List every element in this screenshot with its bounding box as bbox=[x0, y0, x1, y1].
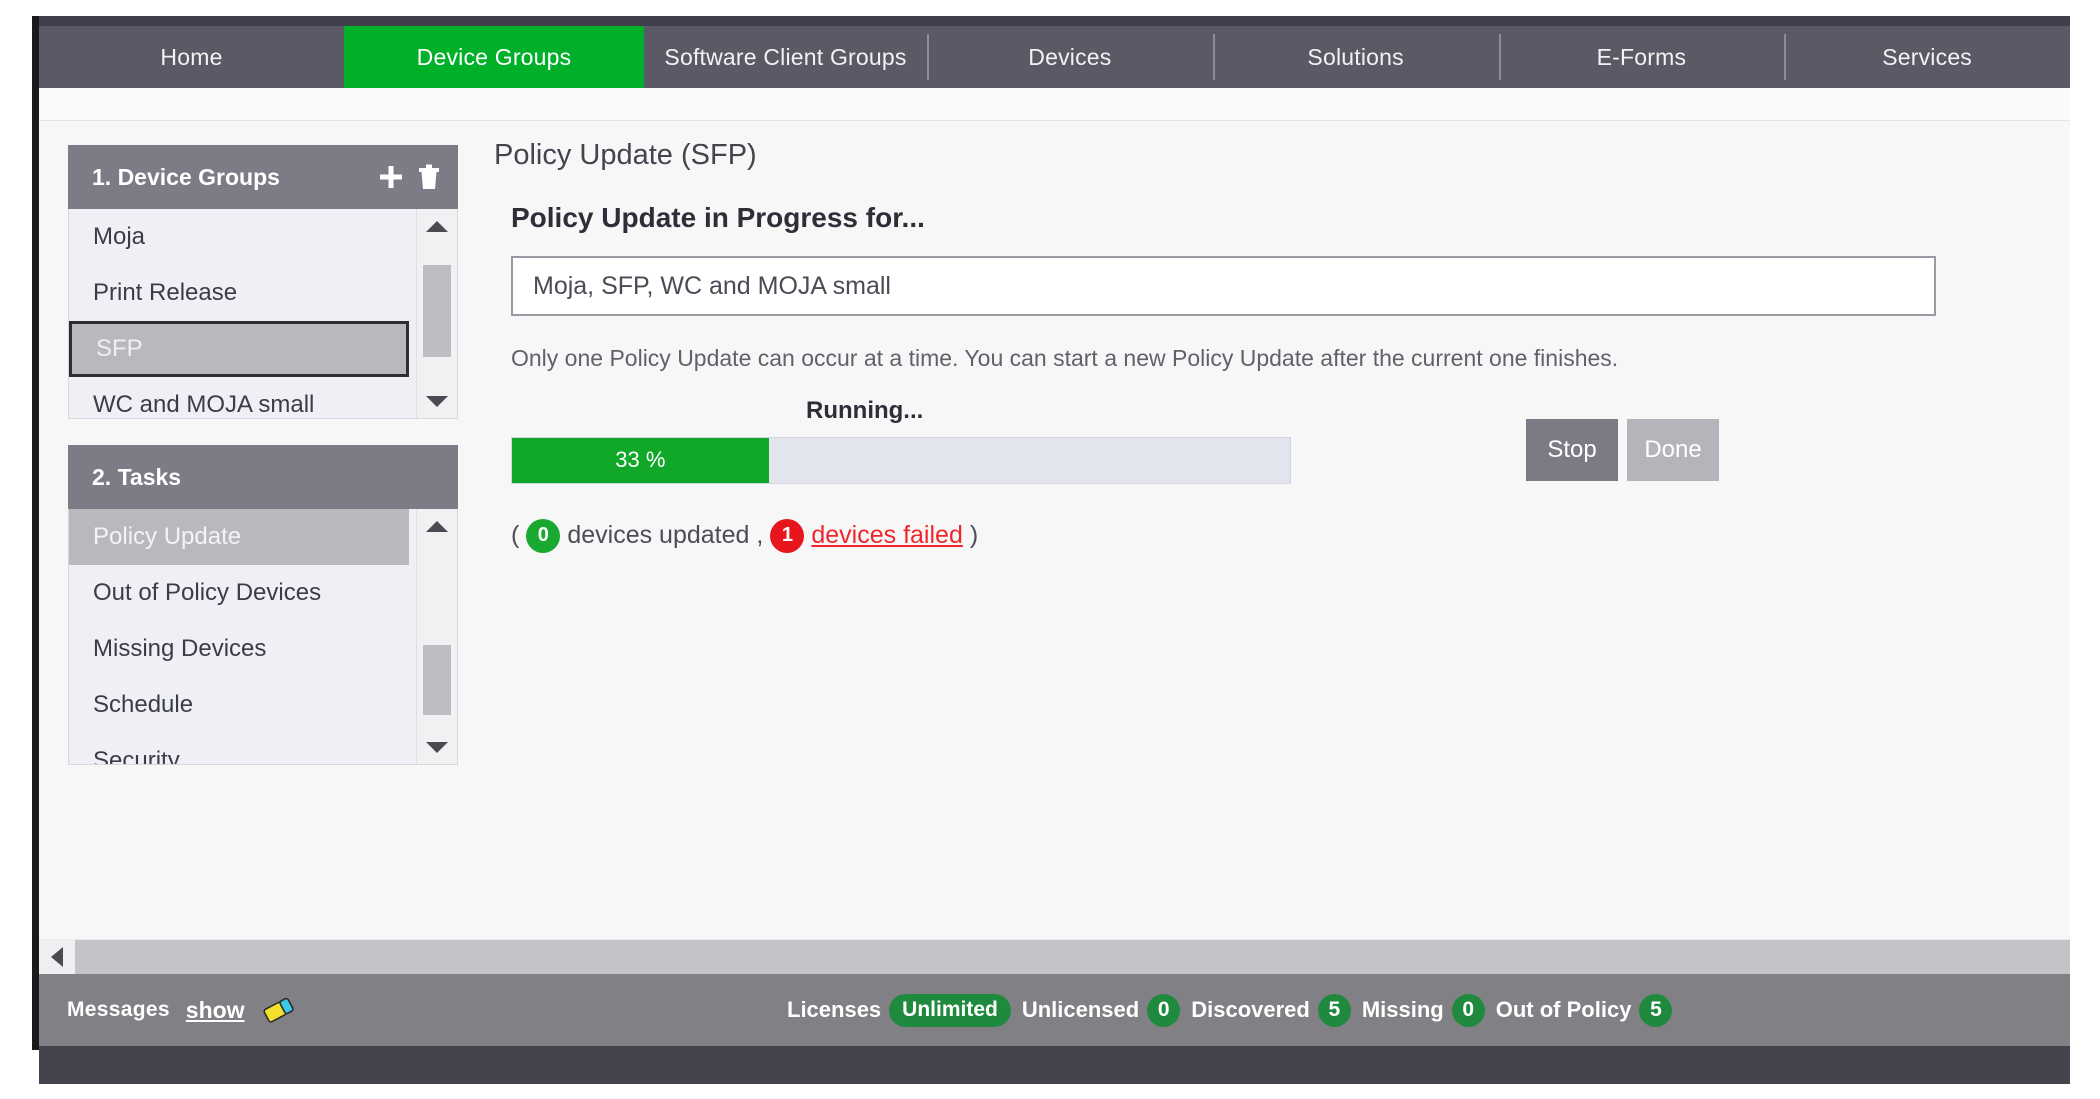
status-bar: Messages show Licenses Unlimited Unlicen… bbox=[39, 974, 2070, 1046]
status-value-badge: 5 bbox=[1639, 993, 1673, 1027]
nav-item-software-client-groups[interactable]: Software Client Groups bbox=[644, 26, 927, 88]
status-label: Unlicensed bbox=[1021, 997, 1140, 1022]
device-groups-list: Moja Print Release SFP WC and MOJA small bbox=[68, 209, 458, 419]
progress-area: Running... 33 % Stop Done bbox=[511, 397, 2040, 517]
progress-buttons: Stop Done bbox=[1526, 418, 1719, 481]
counts-comma: , bbox=[756, 521, 764, 550]
nav-item-services[interactable]: Services bbox=[1784, 26, 2070, 88]
devices-failed-link[interactable]: devices failed bbox=[811, 521, 962, 550]
task-item[interactable]: Schedule bbox=[69, 677, 409, 733]
device-groups-actions bbox=[378, 164, 440, 190]
plus-icon[interactable] bbox=[378, 164, 404, 190]
status-value-badge: 5 bbox=[1317, 993, 1351, 1027]
task-item-selected[interactable]: Policy Update bbox=[69, 509, 409, 565]
tasks-list: Policy Update Out of Policy Devices Miss… bbox=[68, 509, 458, 765]
nav-item-solutions[interactable]: Solutions bbox=[1212, 26, 1499, 88]
progress-status-label: Running... bbox=[806, 396, 924, 424]
footer-strip bbox=[39, 1046, 2070, 1084]
device-groups-panel: 1. Device Groups Moja Print Release SFP … bbox=[68, 145, 458, 419]
device-group-item[interactable]: Print Release bbox=[69, 265, 409, 321]
main-navigation: Home Device Groups Software Client Group… bbox=[39, 26, 2070, 88]
tasks-items: Policy Update Out of Policy Devices Miss… bbox=[69, 509, 457, 764]
page-title: Policy Update (SFP) bbox=[494, 139, 757, 171]
task-item[interactable]: Missing Devices bbox=[69, 621, 409, 677]
tasks-scrollbar[interactable] bbox=[416, 509, 457, 764]
status-label: Licenses bbox=[787, 997, 882, 1022]
device-groups-items: Moja Print Release SFP WC and MOJA small bbox=[69, 209, 457, 418]
nav-item-e-forms[interactable]: E-Forms bbox=[1498, 26, 1785, 88]
tasks-panel: 2. Tasks Policy Update Out of Policy Dev… bbox=[68, 445, 458, 765]
stop-button[interactable]: Stop bbox=[1526, 418, 1618, 481]
status-label: Discovered bbox=[1191, 997, 1310, 1022]
status-label: Out of Policy bbox=[1495, 997, 1632, 1022]
tasks-panel-header: 2. Tasks bbox=[68, 445, 458, 509]
progress-bar-fill: 33 % bbox=[512, 437, 769, 483]
status-licenses: Licenses Unlimited bbox=[787, 993, 1011, 1027]
nav-label: Services bbox=[1882, 43, 1973, 70]
status-unlicensed: Unlicensed 0 bbox=[1021, 993, 1181, 1027]
task-item[interactable]: Security bbox=[69, 733, 409, 764]
nav-item-devices[interactable]: Devices bbox=[927, 26, 1213, 88]
policy-update-hint: Only one Policy Update can occur at a ti… bbox=[511, 345, 1619, 371]
tasks-title: 2. Tasks bbox=[92, 463, 182, 490]
progress-percent-label: 33 % bbox=[615, 447, 666, 473]
messages-group: Messages show bbox=[67, 995, 297, 1025]
done-button: Done bbox=[1627, 418, 1719, 481]
nav-item-home[interactable]: Home bbox=[39, 26, 344, 88]
device-groups-title: 1. Device Groups bbox=[92, 163, 280, 190]
eraser-icon[interactable] bbox=[261, 995, 297, 1025]
counts-close-paren: ) bbox=[969, 521, 979, 550]
status-missing: Missing 0 bbox=[1361, 993, 1485, 1027]
failed-count-badge: 1 bbox=[770, 518, 805, 553]
nav-item-device-groups[interactable]: Device Groups bbox=[344, 26, 644, 88]
status-value-badge: Unlimited bbox=[889, 993, 1011, 1027]
policy-update-target-value: Moja, SFP, WC and MOJA small bbox=[533, 271, 891, 300]
device-counts: ( 0 devices updated , 1 devices failed ) bbox=[511, 518, 2040, 553]
nav-label: Software Client Groups bbox=[664, 43, 907, 70]
status-discovered: Discovered 5 bbox=[1191, 993, 1351, 1027]
status-value-badge: 0 bbox=[1147, 993, 1181, 1027]
nav-label: Device Groups bbox=[416, 43, 572, 70]
updated-count-badge: 0 bbox=[526, 518, 561, 553]
device-group-item[interactable]: Moja bbox=[69, 209, 409, 265]
status-label: Missing bbox=[1361, 997, 1444, 1022]
task-item[interactable]: Out of Policy Devices bbox=[69, 565, 409, 621]
application-window: Home Device Groups Software Client Group… bbox=[32, 16, 2070, 1084]
section-title: Policy Update in Progress for... bbox=[511, 202, 925, 233]
progress-bar: 33 % bbox=[511, 436, 1291, 484]
scroll-thumb[interactable] bbox=[423, 645, 451, 715]
counts-open-paren: ( bbox=[511, 521, 520, 550]
updated-count-label: devices updated bbox=[567, 521, 750, 550]
status-counters: Licenses Unlimited Unlicensed 0 Discover… bbox=[787, 993, 1673, 1027]
policy-update-target-field[interactable]: Moja, SFP, WC and MOJA small bbox=[511, 256, 1936, 316]
trash-icon[interactable] bbox=[418, 164, 440, 190]
workspace: 1. Device Groups Moja Print Release SFP … bbox=[39, 121, 2070, 939]
nav-label: Solutions bbox=[1307, 43, 1404, 70]
status-out-of-policy: Out of Policy 5 bbox=[1495, 993, 1673, 1027]
device-group-item-selected[interactable]: SFP bbox=[69, 321, 409, 377]
horizontal-scrollbar[interactable] bbox=[39, 939, 2070, 974]
device-groups-panel-header: 1. Device Groups bbox=[68, 145, 458, 209]
scroll-thumb[interactable] bbox=[423, 265, 451, 357]
nav-underline-band bbox=[39, 88, 2070, 121]
scroll-down-arrow-icon[interactable] bbox=[417, 730, 457, 764]
nav-label: Devices bbox=[1028, 43, 1112, 70]
device-groups-scrollbar[interactable] bbox=[416, 209, 457, 418]
device-group-item[interactable]: WC and MOJA small bbox=[69, 377, 409, 418]
scroll-left-arrow-icon[interactable] bbox=[39, 940, 75, 974]
status-value-badge: 0 bbox=[1451, 993, 1485, 1027]
window-top-strip bbox=[39, 16, 2070, 26]
scroll-up-arrow-icon[interactable] bbox=[417, 509, 457, 543]
nav-label: E-Forms bbox=[1596, 43, 1687, 70]
sidebar: 1. Device Groups Moja Print Release SFP … bbox=[68, 145, 458, 791]
scroll-down-arrow-icon[interactable] bbox=[417, 384, 457, 418]
messages-label: Messages bbox=[67, 998, 170, 1021]
messages-show-link[interactable]: show bbox=[186, 997, 245, 1024]
nav-label: Home bbox=[160, 43, 223, 70]
main-content: Policy Update (SFP) Policy Update in Pro… bbox=[494, 139, 2040, 553]
scroll-up-arrow-icon[interactable] bbox=[417, 209, 457, 243]
